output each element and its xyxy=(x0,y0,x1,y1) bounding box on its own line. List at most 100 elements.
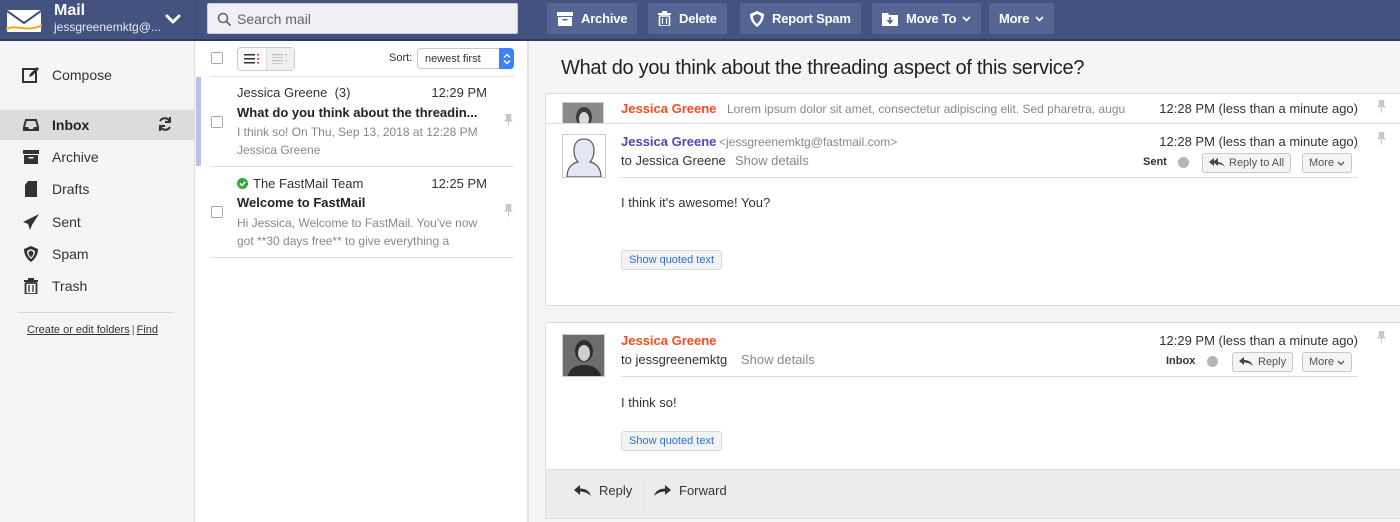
selection-indicator xyxy=(196,77,201,166)
divider xyxy=(621,376,1358,377)
reply-label: Reply xyxy=(1258,356,1287,368)
pin-icon[interactable] xyxy=(1377,331,1386,344)
collapsed-message[interactable]: Jessica Greene Lorem ipsum dolor sit ame… xyxy=(545,93,1400,124)
report-spam-label: Report Spam xyxy=(772,11,851,26)
sent-icon xyxy=(23,214,39,230)
message-checkbox[interactable] xyxy=(211,116,223,128)
move-folder-icon xyxy=(882,12,898,26)
sidebar-item-archive[interactable]: Archive xyxy=(0,142,195,172)
more-label: More xyxy=(999,11,1030,26)
select-all-checkbox[interactable] xyxy=(211,52,223,64)
archive-icon xyxy=(23,150,39,164)
show-details-link[interactable]: Show details xyxy=(735,153,809,168)
sidebar-item-label: Archive xyxy=(52,149,99,165)
search-input[interactable] xyxy=(237,10,507,27)
sidebar-item-label: Drafts xyxy=(52,181,90,197)
view-compact-button[interactable] xyxy=(238,48,266,70)
message-time: 12:29 PM xyxy=(431,85,487,100)
show-details-link[interactable]: Show details xyxy=(741,352,815,367)
sidebar-item-spam[interactable]: Spam xyxy=(0,239,195,269)
unread-toggle[interactable] xyxy=(1178,157,1189,168)
find-link[interactable]: Find xyxy=(137,324,158,336)
message-sender[interactable]: Jessica Greene xyxy=(621,333,716,348)
account-switcher[interactable]: Mail jessgreenemktg@... xyxy=(0,0,196,39)
message-recipients: to Jessica Greene xyxy=(621,153,726,168)
spam-icon xyxy=(24,246,38,262)
pin-icon[interactable] xyxy=(504,204,513,217)
pin-icon[interactable] xyxy=(1377,132,1386,145)
person-icon xyxy=(566,138,602,178)
create-edit-folders-link[interactable]: Create or edit folders xyxy=(27,324,130,336)
footer-forward-button[interactable]: Forward xyxy=(654,483,727,498)
sort-label: Sort: xyxy=(389,52,413,64)
pin-icon[interactable] xyxy=(1377,100,1386,113)
sidebar-item-sent[interactable]: Sent xyxy=(0,207,195,237)
compose-button[interactable]: Compose xyxy=(22,66,112,84)
compose-label: Compose xyxy=(52,67,112,83)
trash-icon xyxy=(24,278,38,294)
message-list-item[interactable]: The FastMail Team 12:25 PM Welcome to Fa… xyxy=(196,167,529,257)
reply-all-button[interactable]: Reply to All xyxy=(1202,153,1292,173)
more-actions-button[interactable]: More xyxy=(1302,153,1353,173)
chevron-down-icon xyxy=(1337,360,1345,365)
reply-icon xyxy=(1239,357,1253,366)
message-body: I think so! xyxy=(621,395,677,410)
sidebar-item-drafts[interactable]: Drafts xyxy=(0,174,195,204)
message-subject: Welcome to FastMail xyxy=(237,195,366,210)
chevron-down-icon xyxy=(1337,161,1345,166)
show-quoted-text-button[interactable]: Show quoted text xyxy=(621,431,723,451)
report-spam-button[interactable]: Report Spam xyxy=(740,3,861,34)
view-preview-button[interactable] xyxy=(265,48,294,70)
reply-icon xyxy=(574,484,591,496)
view-toggle xyxy=(237,47,295,71)
message-sender[interactable]: Jessica Greene xyxy=(621,134,716,149)
move-to-button[interactable]: Move To xyxy=(872,3,982,34)
reply-bar: Reply Forward xyxy=(545,469,1400,519)
chevron-down-icon xyxy=(165,14,181,24)
divider xyxy=(621,177,1358,178)
compose-icon xyxy=(22,67,39,83)
top-bar: Mail jessgreenemktg@... Archive Delete xyxy=(0,0,1400,41)
reply-button[interactable]: Reply xyxy=(1232,352,1294,372)
message-preview: Hi Jessica, Welcome to FastMail. You've … xyxy=(237,216,478,248)
sidebar-item-trash[interactable]: Trash xyxy=(0,271,195,301)
message-checkbox[interactable] xyxy=(211,206,223,218)
message-time: 12:28 PM (less than a minute ago) xyxy=(1159,134,1358,149)
message-recipients: to jessgreenemktg xyxy=(621,352,728,367)
folder-links: Create or edit folders | Find xyxy=(27,324,158,336)
more-actions-button[interactable]: More xyxy=(1302,352,1353,372)
footer-reply-button[interactable]: Reply xyxy=(574,483,632,498)
list-preview-icon xyxy=(272,54,288,64)
more-button[interactable]: More xyxy=(989,3,1055,34)
message-snippet: Lorem ipsum dolor sit amet, consectetur … xyxy=(727,102,1126,116)
message-list-item[interactable]: Jessica Greene (3) 12:29 PM What do you … xyxy=(196,77,529,166)
reading-pane: What do you think about the threading as… xyxy=(531,41,1400,522)
drafts-icon xyxy=(25,181,37,197)
sender-email: <jessgreenemktg@fastmail.com> xyxy=(719,135,898,149)
delete-button[interactable]: Delete xyxy=(648,3,727,34)
message-time: 12:25 PM xyxy=(431,176,487,191)
show-quoted-text-button[interactable]: Show quoted text xyxy=(621,250,723,270)
reply-all-icon xyxy=(1209,158,1225,167)
sidebar-item-inbox[interactable]: Inbox xyxy=(0,110,195,140)
search-box[interactable] xyxy=(207,3,518,34)
refresh-icon[interactable] xyxy=(157,116,173,132)
select-arrows-icon xyxy=(499,48,514,69)
shield-icon xyxy=(750,10,764,27)
account-email: jessgreenemktg@... xyxy=(54,20,161,34)
message-time: 12:28 PM (less than a minute ago) xyxy=(1159,101,1358,116)
unread-toggle[interactable] xyxy=(1207,356,1218,367)
divider xyxy=(196,0,197,39)
divider xyxy=(18,312,173,313)
sidebar-item-label: Spam xyxy=(52,246,89,262)
sort-select[interactable]: newest first xyxy=(417,48,514,69)
archive-button[interactable]: Archive xyxy=(547,3,638,34)
reply-label: Reply xyxy=(599,483,633,498)
chevron-down-icon xyxy=(962,15,971,22)
message-time: 12:29 PM (less than a minute ago) xyxy=(1159,333,1358,348)
thread-count: (3) xyxy=(334,85,351,100)
verified-check-icon xyxy=(237,178,248,189)
archive-label: Archive xyxy=(581,11,628,26)
pin-icon[interactable] xyxy=(504,114,513,127)
mail-logo-icon xyxy=(6,10,42,32)
